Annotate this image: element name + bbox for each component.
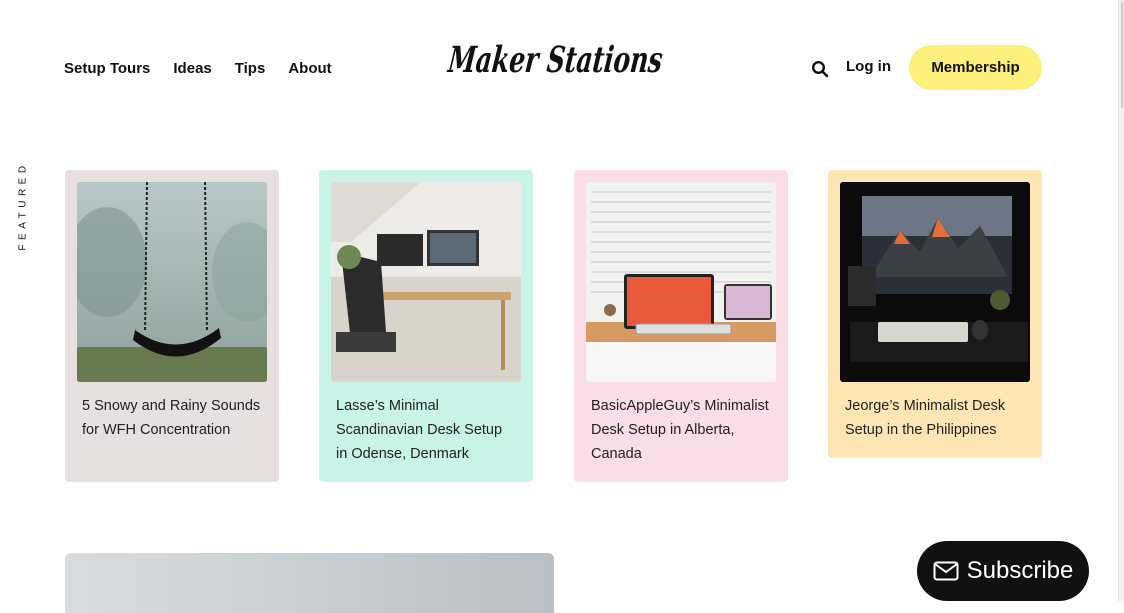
featured-label: FEATURED	[14, 150, 32, 262]
subscribe-label: Subscribe	[966, 557, 1074, 584]
scroll-thumb[interactable]	[1121, 2, 1123, 108]
featured-card[interactable]: 5 Snowy and Rainy Sounds for WFH Concent…	[65, 170, 279, 482]
logo-wordmark: Maker Stations	[445, 38, 665, 81]
card-title[interactable]: Lasse’s Minimal Scandinavian Desk Setup …	[336, 394, 516, 466]
featured-text: FEATURED	[17, 161, 29, 251]
card-title[interactable]: Jeorge’s Minimalist Desk Setup in the Ph…	[845, 394, 1025, 442]
card-thumbnail-dark-setup[interactable]	[840, 182, 1030, 382]
login-link[interactable]: Log in	[846, 57, 891, 77]
nav-setup-tours[interactable]: Setup Tours	[64, 58, 150, 80]
site-logo[interactable]: Maker Stations	[442, 36, 666, 86]
card-thumbnail-swing[interactable]	[77, 182, 267, 382]
search-icon[interactable]	[811, 60, 829, 78]
page-scrollbar[interactable]	[1118, 0, 1124, 601]
nav-about[interactable]: About	[288, 58, 331, 80]
card-title[interactable]: BasicAppleGuy’s Minimalist Desk Setup in…	[591, 394, 771, 466]
featured-hero-image[interactable]	[65, 553, 554, 613]
nav-ideas[interactable]: Ideas	[173, 58, 211, 80]
membership-button[interactable]: Membership	[909, 45, 1042, 90]
subscribe-button[interactable]: Subscribe	[917, 541, 1089, 601]
mail-icon	[933, 561, 959, 581]
main-nav: Setup Tours Ideas Tips About	[64, 58, 332, 80]
featured-card[interactable]: Lasse’s Minimal Scandinavian Desk Setup …	[319, 170, 533, 482]
card-thumbnail-apple-setup[interactable]	[586, 182, 776, 382]
card-thumbnail-desk[interactable]	[331, 182, 521, 382]
featured-card[interactable]: Jeorge’s Minimalist Desk Setup in the Ph…	[828, 170, 1042, 458]
featured-card[interactable]: BasicAppleGuy’s Minimalist Desk Setup in…	[574, 170, 788, 482]
card-title[interactable]: 5 Snowy and Rainy Sounds for WFH Concent…	[82, 394, 262, 442]
nav-tips[interactable]: Tips	[235, 58, 266, 80]
